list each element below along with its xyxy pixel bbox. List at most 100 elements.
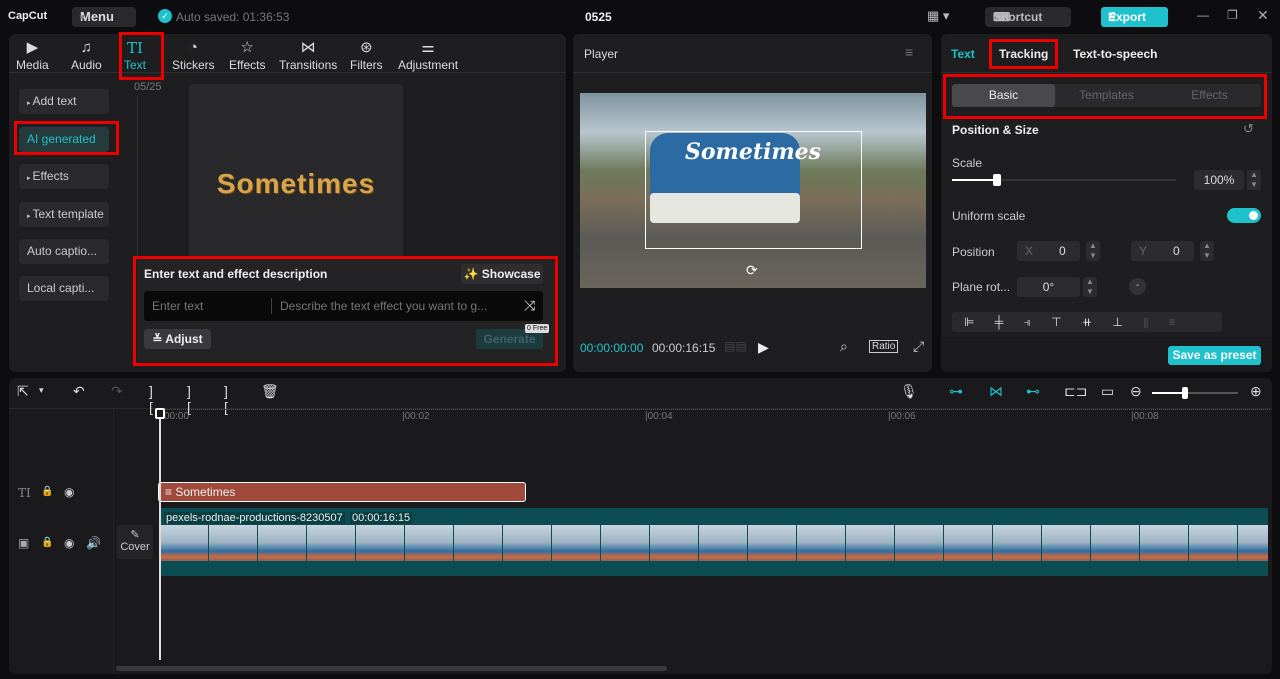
align-right-icon[interactable]: ⫣ (1024, 315, 1031, 329)
scale-slider[interactable] (952, 174, 1176, 186)
video-thumbnail (797, 525, 845, 561)
subtab-templates[interactable]: Templates (1055, 84, 1158, 107)
rotation-input[interactable]: 0° (1017, 277, 1080, 297)
video-track-audio-icon[interactable]: 🔊 (86, 536, 101, 550)
distribute-h-icon: ⫴ (1143, 315, 1149, 329)
position-x-input[interactable]: X0 (1017, 241, 1080, 261)
align-top-icon[interactable]: ⊤ (1051, 315, 1061, 329)
minimize-icon[interactable]: — (1197, 8, 1209, 22)
position-x-stepper[interactable]: ▲ ▼ (1086, 241, 1100, 261)
video-clip-name: pexels-rodnae-productions-8230507 (164, 512, 345, 524)
player-overlay-text[interactable]: Sometimes (685, 139, 821, 165)
tab-audio[interactable]: ♫ Audio (71, 38, 102, 72)
thumbnail-icon[interactable]: ▭ (1101, 383, 1114, 400)
rotate-handle-icon[interactable]: ⟳ (746, 262, 758, 279)
player-menu-icon[interactable]: ≡ (905, 44, 913, 60)
video-thumbnail (1189, 525, 1237, 561)
ruler-tick: 00:00 (164, 411, 190, 422)
ai-preview-card[interactable]: Sometimes (189, 84, 403, 259)
enter-text-input[interactable] (144, 291, 270, 321)
sidebar-item-0[interactable]: ▸ Add text (19, 89, 109, 114)
position-y-stepper[interactable]: ▲ ▼ (1200, 241, 1214, 261)
align-center-h-icon[interactable]: ╪ (995, 315, 1004, 329)
layout-icon[interactable]: ▦ ▾ (927, 8, 949, 24)
effect-description-input[interactable] (274, 291, 514, 321)
video-clip-duration: 00:00:16:15 (350, 512, 413, 524)
zoom-out-icon[interactable]: ⊖ (1130, 383, 1142, 400)
subtab-effects[interactable]: Effects (1158, 84, 1261, 107)
sidebar-item-5[interactable]: Local capti... (19, 276, 109, 301)
timeline-scrollbar[interactable] (116, 666, 667, 671)
showcase-button[interactable]: ✨ Showcase (461, 264, 543, 284)
split-icon[interactable]: ][ (149, 383, 153, 415)
timeline-grid-icon[interactable]: ▤▤ (724, 339, 747, 353)
tab-tracking[interactable]: Tracking (999, 47, 1048, 61)
undo-icon[interactable]: ↶ (73, 383, 85, 400)
playhead[interactable] (155, 408, 165, 660)
free-badge: 0 Free (525, 324, 550, 333)
select-tool-icon[interactable]: ⇱ (17, 383, 29, 400)
uniform-scale-toggle[interactable] (1227, 208, 1261, 223)
text-track-eye-icon[interactable]: ◉ (64, 485, 74, 499)
sidebar-item-1[interactable]: AI generated (19, 127, 109, 152)
video-thumbnail (503, 525, 551, 561)
adjust-button[interactable]: ≚ Adjust (144, 329, 211, 349)
zoom-in-icon[interactable]: ⊕ (1250, 383, 1262, 400)
maximize-icon[interactable]: ❐ (1227, 8, 1238, 22)
align-bottom-icon[interactable]: ⊥ (1112, 315, 1122, 329)
microphone-icon[interactable]: 🎙 (900, 383, 918, 400)
cover-button[interactable]: ✎ Cover (117, 525, 153, 559)
preview-axis-icon[interactable]: ⊏⊐ (1064, 383, 1087, 400)
ruler-tick: |00:08 (1131, 411, 1159, 422)
align-left-icon[interactable]: ⊫ (964, 315, 974, 329)
reset-icon[interactable]: ↺ (1243, 121, 1254, 137)
subtab-basic[interactable]: Basic (952, 84, 1055, 107)
zoom-slider[interactable] (1152, 387, 1238, 399)
rotation-label: Plane rot... (952, 280, 1011, 294)
text-clip[interactable]: ≡ Sometimes (158, 482, 526, 502)
section-title[interactable]: Position & Size (952, 123, 1039, 137)
fullscreen-icon[interactable]: ⤢ (913, 338, 924, 355)
linkage-icon[interactable]: ⊷ (1026, 383, 1040, 400)
video-track-eye-icon[interactable]: ◉ (64, 536, 74, 550)
tab-effects[interactable]: ☆ Effects (229, 38, 265, 72)
tab-text[interactable]: Text (951, 47, 975, 61)
text-track-lock-icon[interactable]: 🔒 (41, 486, 53, 497)
video-preview[interactable]: Sometimes (580, 93, 926, 288)
menu-button[interactable]: Menu • ▾ (72, 7, 136, 27)
shuffle-icon[interactable]: ⤨ (524, 297, 535, 314)
close-icon[interactable]: ✕ (1257, 7, 1269, 24)
tab-media[interactable]: ▶ Media (16, 38, 49, 72)
sidebar-item-3[interactable]: ▸ Text template (19, 202, 109, 227)
tab-stickers[interactable]: ◔ Stickers (172, 38, 215, 72)
x-value: 0 (1059, 244, 1066, 258)
video-clip[interactable]: pexels-rodnae-productions-8230507 00:00:… (160, 508, 1268, 576)
tab-text-to-speech[interactable]: Text-to-speech (1073, 47, 1157, 61)
main-track-magnet-icon[interactable]: ⊶ (949, 383, 963, 400)
tab-text[interactable]: TI Text (124, 38, 146, 72)
sidebar-item-2[interactable]: ▸ Effects (19, 164, 109, 189)
scale-stepper[interactable]: ▲ ▼ (1247, 170, 1261, 190)
ratio-button[interactable]: Ratio (869, 340, 899, 353)
position-y-input[interactable]: Y0 (1131, 241, 1194, 261)
tab-adjustment[interactable]: ⚌ Adjustment (398, 38, 458, 72)
export-button[interactable]: ⇪ Export (1101, 7, 1168, 27)
zoom-view-icon[interactable]: ⌕ (840, 338, 848, 355)
text-icon: TI (127, 39, 143, 57)
shortcut-button[interactable]: ⌨ Shortcut (985, 7, 1071, 27)
video-track-lock-icon[interactable]: 🔒 (41, 537, 53, 548)
delete-icon[interactable]: 🗑 (261, 383, 279, 400)
play-icon[interactable]: ▶ (758, 339, 769, 356)
video-thumbnail (699, 525, 747, 561)
auto-snap-icon[interactable]: ⋈ (989, 383, 1003, 400)
save-preset-button[interactable]: Save as preset (1168, 346, 1261, 365)
sidebar-item-4[interactable]: Auto captio... (19, 239, 109, 264)
align-center-v-icon[interactable]: ⧺ (1082, 315, 1092, 329)
scale-value[interactable]: 100% (1194, 170, 1244, 190)
split-right-icon[interactable]: ][ (224, 383, 228, 415)
rotation-dial[interactable]: - (1129, 278, 1146, 295)
rotation-stepper[interactable]: ▲ ▼ (1083, 277, 1097, 297)
select-dropdown-icon[interactable]: ▾ (39, 385, 44, 396)
tab-filters[interactable]: ⊛ Filters (350, 38, 383, 72)
tab-transitions[interactable]: ⋈ Transitions (279, 38, 337, 72)
